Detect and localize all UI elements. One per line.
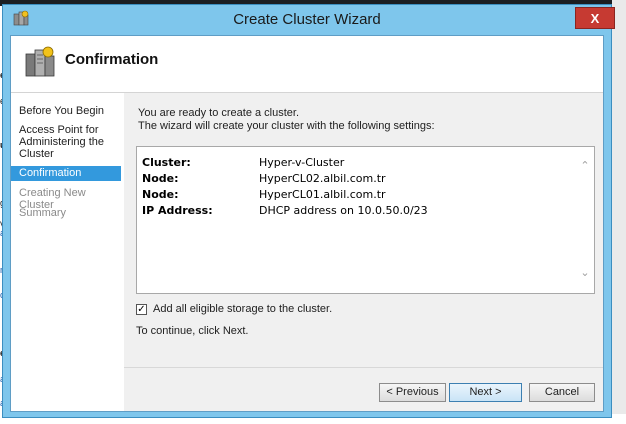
cluster-servers-icon xyxy=(25,46,55,77)
settings-summary-box[interactable]: Cluster: Hyper-v-Cluster Node: HyperCL02… xyxy=(136,146,595,294)
setting-key: Cluster: xyxy=(142,156,191,169)
wizard-client-area: Confirmation Before You Begin Access Poi… xyxy=(10,35,604,412)
wizard-steps-nav: Before You Begin Access Point for Admini… xyxy=(11,93,123,411)
next-button[interactable]: Next > xyxy=(449,383,522,402)
intro-text-line2: The wizard will create your cluster with… xyxy=(138,120,435,132)
nav-step-confirmation[interactable]: Confirmation xyxy=(11,166,121,181)
cancel-button[interactable]: Cancel xyxy=(529,383,595,402)
scroll-up-arrow-icon[interactable]: ⌃ xyxy=(578,160,592,172)
setting-key: Node: xyxy=(142,188,179,201)
background-window-right-edge xyxy=(612,0,626,424)
page-title: Confirmation xyxy=(65,51,159,68)
add-storage-label[interactable]: Add all eligible storage to the cluster. xyxy=(153,303,332,315)
add-storage-checkbox[interactable]: ✓ xyxy=(136,304,147,315)
button-separator xyxy=(124,367,603,368)
wizard-window: Create Cluster Wizard X Confirmation Bef… xyxy=(2,4,615,418)
setting-key: IP Address: xyxy=(142,204,213,217)
wizard-main-panel: You are ready to create a cluster. The w… xyxy=(124,93,603,411)
nav-step-before-you-begin[interactable]: Before You Begin xyxy=(15,105,121,117)
window-title: Create Cluster Wizard xyxy=(233,11,381,28)
nav-step-summary: Summary xyxy=(19,207,67,219)
setting-value: Hyper-v-Cluster xyxy=(259,156,345,169)
previous-button[interactable]: < Previous xyxy=(379,383,446,402)
setting-value: HyperCL01.albil.com.tr xyxy=(259,188,386,201)
setting-value: HyperCL02.albil.com.tr xyxy=(259,172,386,185)
nav-step-access-point[interactable]: Access Point for Administering the Clust… xyxy=(15,124,121,160)
intro-text-line1: You are ready to create a cluster. xyxy=(138,107,300,119)
continue-instruction: To continue, click Next. xyxy=(136,325,249,337)
close-button[interactable]: X xyxy=(575,7,615,29)
title-bar[interactable]: Create Cluster Wizard X xyxy=(3,5,615,33)
setting-value: DHCP address on 10.0.50.0/23 xyxy=(259,204,428,217)
setting-key: Node: xyxy=(142,172,179,185)
scroll-down-arrow-icon[interactable]: ⌄ xyxy=(578,267,592,279)
wizard-header: Confirmation xyxy=(11,36,603,93)
